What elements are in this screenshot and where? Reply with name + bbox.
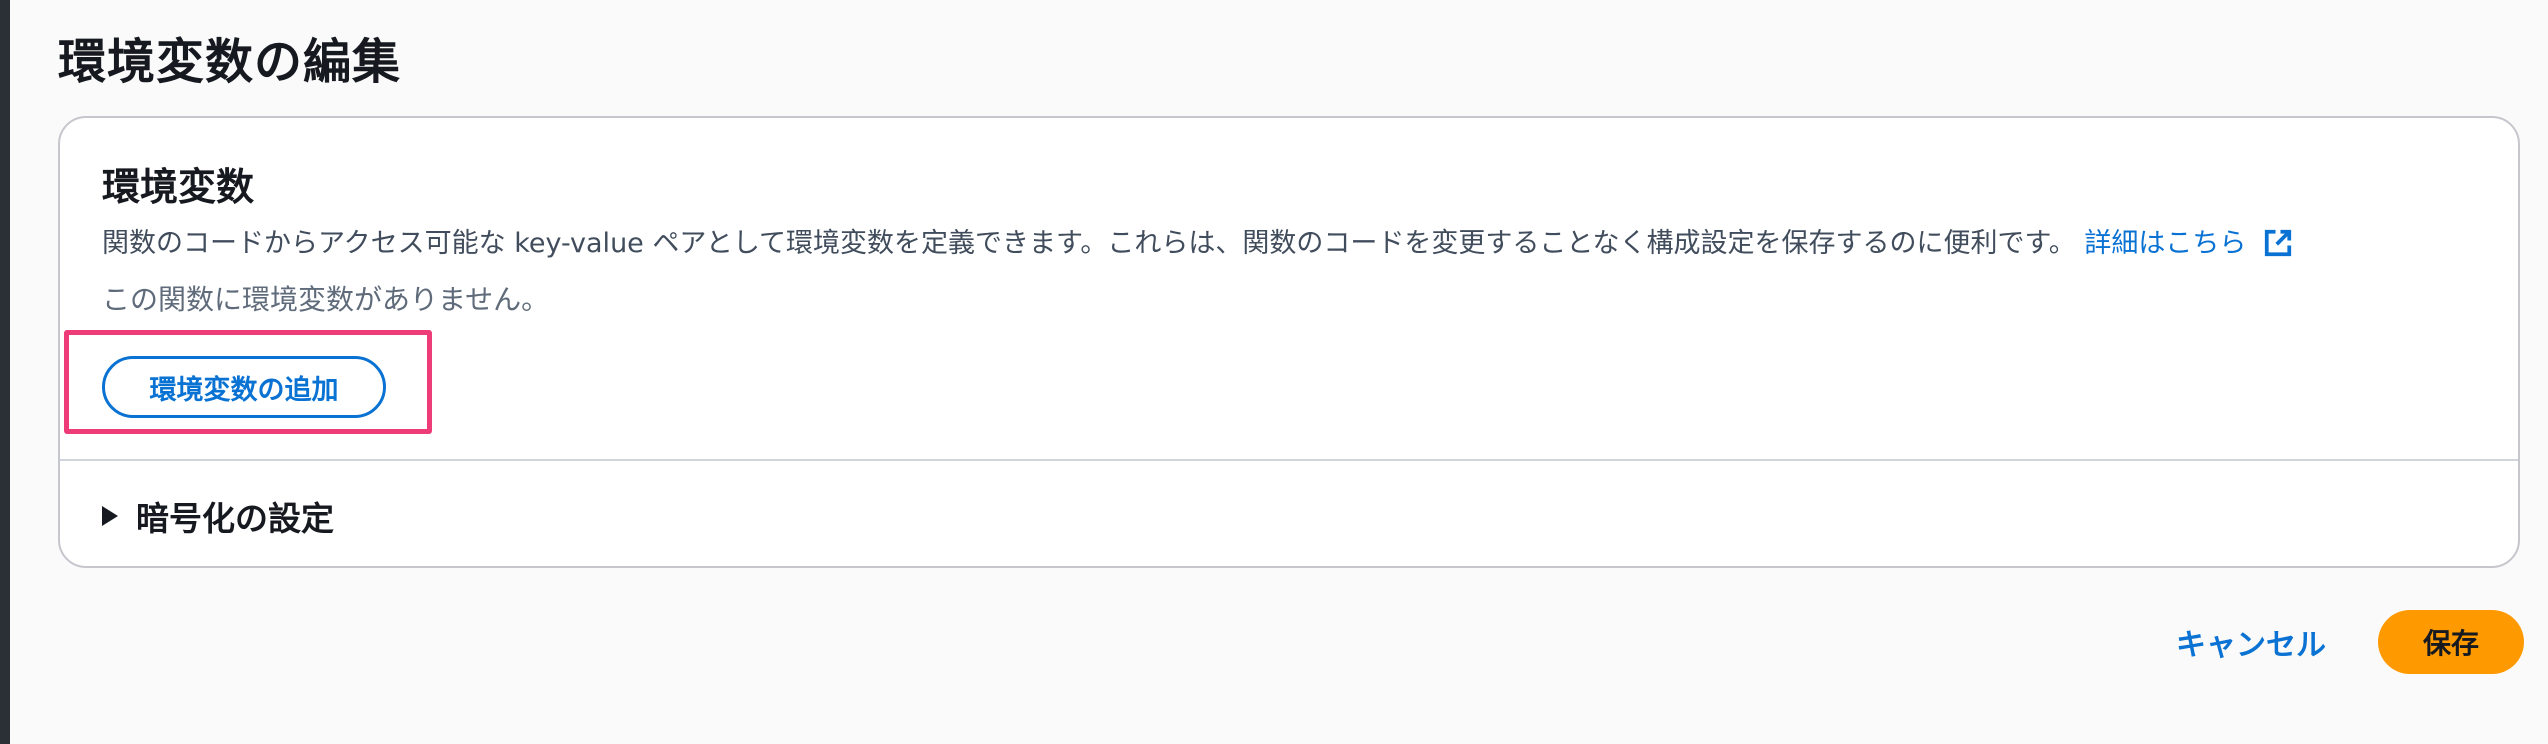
left-rail (0, 0, 10, 744)
learn-more-link[interactable]: 詳細はこちら (2084, 228, 2293, 259)
description-text: 関数のコードからアクセス可能な key-value ペアとして環境変数を定義でき… (102, 228, 2076, 259)
env-vars-panel: 環境変数 関数のコードからアクセス可能な key-value ペアとして環境変数… (58, 116, 2520, 568)
section-title: 環境変数 (102, 165, 255, 209)
learn-more-label: 詳細はこちら (2084, 228, 2247, 259)
external-link-icon (2264, 229, 2292, 257)
cancel-button[interactable]: キャンセル (2176, 620, 2326, 664)
section-description: 関数のコードからアクセス可能な key-value ペアとして環境変数を定義でき… (102, 221, 2478, 260)
section-divider (60, 459, 2518, 461)
panel-header: 環境変数 関数のコードからアクセス可能な key-value ペアとして環境変数… (102, 156, 2478, 260)
add-env-var-button[interactable]: 環境変数の追加 (102, 356, 386, 418)
empty-state-text: この関数に環境変数がありません。 (102, 283, 550, 316)
encryption-settings-label: 暗号化の設定 (136, 499, 334, 538)
caret-right-icon (102, 506, 118, 526)
save-button[interactable]: 保存 (2378, 610, 2524, 674)
encryption-settings-toggle[interactable]: 暗号化の設定 (102, 492, 334, 540)
page-title: 環境変数の編集 (58, 34, 402, 90)
